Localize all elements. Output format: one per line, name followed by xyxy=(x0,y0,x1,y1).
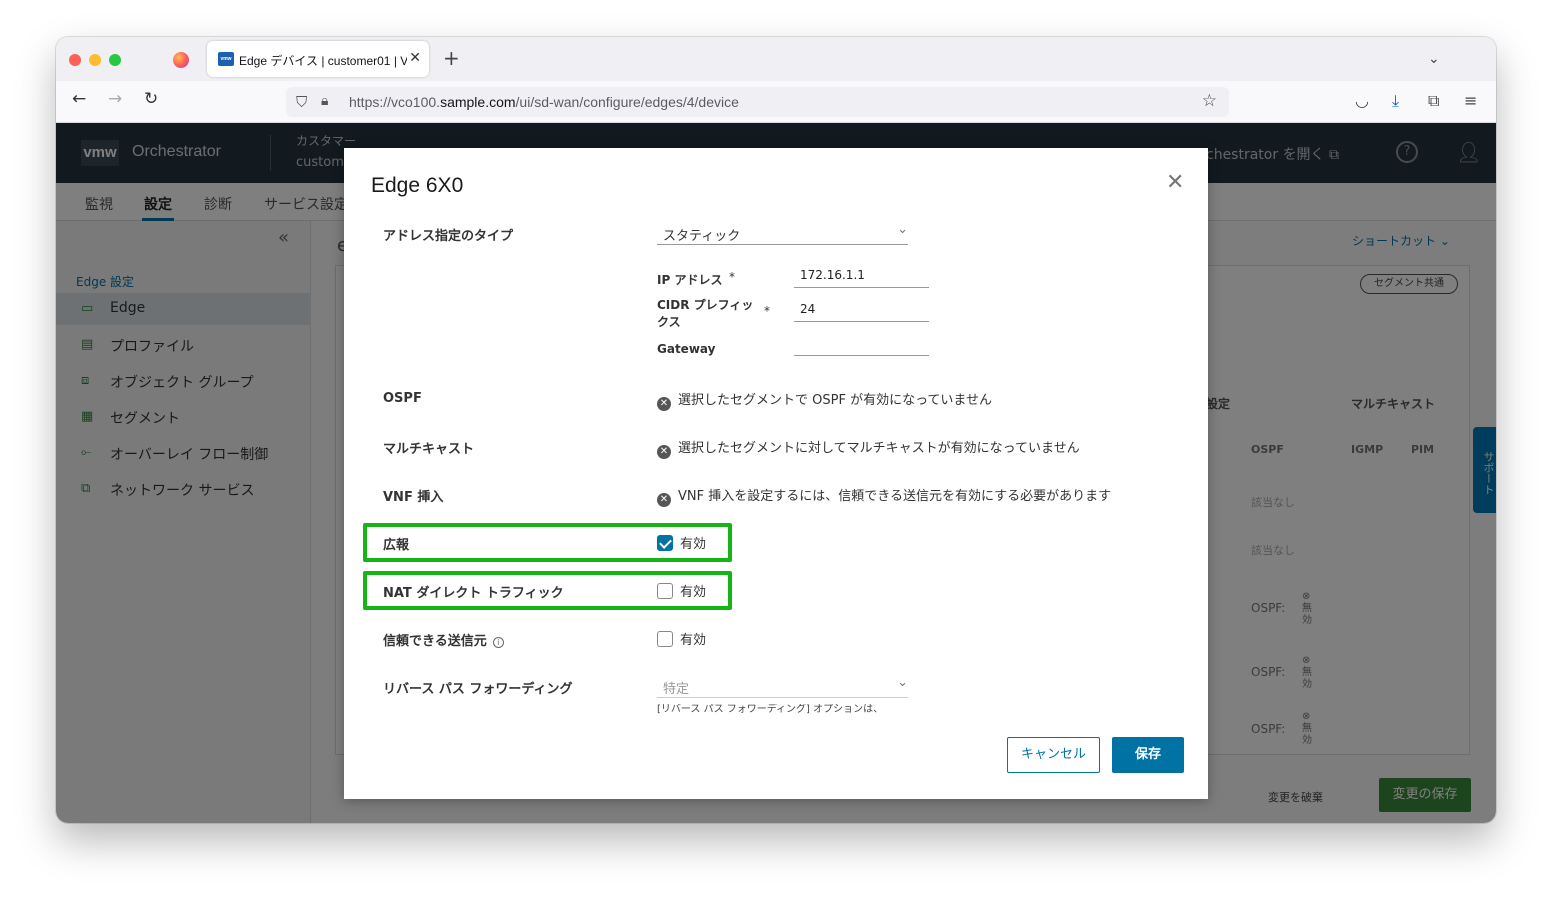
ospf-status: ✕ 選択したセグメントで OSPF が有効になっていません xyxy=(657,389,992,411)
trusted-source-checkbox[interactable]: 有効 xyxy=(657,629,706,648)
tab-strip: vmw Edge デバイス | customer01 | VMware ✕ + … xyxy=(56,37,1496,81)
close-icon[interactable]: ✕ xyxy=(1166,172,1184,194)
navigation-toolbar: ← → ↻ ⛉ 🔒︎ https://vco100.sample.com/ui/… xyxy=(56,81,1496,123)
rpf-hint: [リバース パス フォワーディング] オプションは、 xyxy=(657,704,884,714)
rpf-label: リバース パス フォワーディング xyxy=(383,682,573,697)
lock-icon[interactable]: 🔒︎ xyxy=(321,93,328,109)
cidr-prefix-label: CIDR プレフィックス xyxy=(657,298,754,329)
trusted-source-label: 信頼できる送信元 i xyxy=(383,630,504,649)
reload-icon[interactable]: ↻ xyxy=(144,89,158,109)
extensions-icon[interactable]: ⧉ xyxy=(1428,91,1439,111)
back-arrow-icon[interactable]: ← xyxy=(72,89,86,109)
checkbox-unchecked-icon[interactable] xyxy=(657,631,673,647)
close-tab-icon[interactable]: ✕ xyxy=(409,50,421,66)
required-marker: * xyxy=(729,270,735,284)
chevron-down-icon: ⌄ xyxy=(897,675,908,690)
addressing-type-label: アドレス指定のタイプ xyxy=(383,229,514,244)
menu-icon[interactable]: ≡ xyxy=(1464,91,1477,110)
bookmark-star-icon[interactable]: ☆ xyxy=(1202,91,1217,111)
advertise-label: 広報 xyxy=(383,538,410,553)
cancel-button[interactable]: キャンセル xyxy=(1007,737,1100,773)
gateway-label: Gateway xyxy=(657,342,716,356)
downloads-icon[interactable]: ⤓ xyxy=(1392,91,1399,111)
vnf-status: ✕ VNF 挿入を設定するには、信頼できる送信元を有効にする必要があります xyxy=(657,485,1111,507)
url-text[interactable]: https://vco100.sample.com/ui/sd-wan/conf… xyxy=(349,94,739,110)
list-all-tabs-icon[interactable]: ⌄ xyxy=(1428,51,1440,67)
chevron-down-icon: ⌄ xyxy=(897,222,908,237)
ospf-label: OSPF xyxy=(383,391,422,406)
info-icon[interactable]: i xyxy=(492,637,504,648)
close-circle-icon: ✕ xyxy=(657,445,671,459)
close-circle-icon: ✕ xyxy=(657,397,671,411)
advertise-checkbox[interactable]: 有効 xyxy=(657,533,706,552)
gateway-field[interactable] xyxy=(794,330,929,356)
checkbox-checked-icon[interactable] xyxy=(657,535,673,551)
zoom-window-button[interactable] xyxy=(109,54,121,66)
firefox-icon[interactable] xyxy=(173,52,189,68)
cidr-prefix-field[interactable]: 24 xyxy=(794,296,929,322)
browser-tab[interactable]: vmw Edge デバイス | customer01 | VMware ✕ xyxy=(207,41,429,77)
minimize-window-button[interactable] xyxy=(89,54,101,66)
nat-direct-checkbox[interactable]: 有効 xyxy=(657,581,706,600)
rpf-select: 特定 ⌄ xyxy=(657,674,908,698)
ip-address-label: IP アドレス xyxy=(657,273,723,287)
close-circle-icon: ✕ xyxy=(657,493,671,507)
browser-window: vmw Edge デバイス | customer01 | VMware ✕ + … xyxy=(56,37,1496,823)
forward-arrow-icon[interactable]: → xyxy=(108,89,122,109)
save-button[interactable]: 保存 xyxy=(1112,737,1184,773)
close-window-button[interactable] xyxy=(69,54,81,66)
multicast-status: ✕ 選択したセグメントに対してマルチキャストが有効になっていません xyxy=(657,437,1080,459)
tab-title: Edge デバイス | customer01 | VMware xyxy=(239,54,407,68)
tracking-shield-icon[interactable]: ⛉ xyxy=(296,93,307,111)
new-tab-button[interactable]: + xyxy=(443,48,460,68)
required-marker: * xyxy=(764,304,770,318)
checkbox-unchecked-icon[interactable] xyxy=(657,583,673,599)
multicast-label: マルチキャスト xyxy=(383,442,475,457)
nat-direct-label: NAT ダイレクト トラフィック xyxy=(383,586,564,601)
vnf-insertion-label: VNF 挿入 xyxy=(383,490,444,505)
edge-device-modal: Edge 6X0 ✕ アドレス指定のタイプ スタティック ⌄ IP アドレス *… xyxy=(344,148,1208,799)
vmware-favicon-icon: vmw xyxy=(218,52,234,66)
pocket-icon[interactable]: ◡ xyxy=(1355,91,1369,110)
ip-address-field[interactable]: 172.16.1.1 xyxy=(794,262,929,288)
url-bar[interactable]: ⛉ 🔒︎ https://vco100.sample.com/ui/sd-wan… xyxy=(286,87,1229,117)
modal-title: Edge 6X0 xyxy=(371,174,464,197)
addressing-type-select[interactable]: スタティック ⌄ xyxy=(657,221,908,245)
